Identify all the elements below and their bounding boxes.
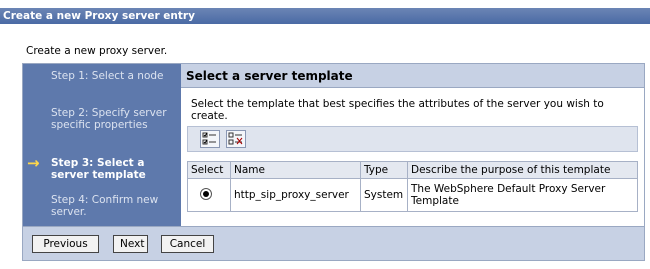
template-description: The WebSphere Default Proxy Server Templ… — [407, 178, 638, 212]
current-step-arrow-icon: → — [27, 154, 40, 172]
step-4-label[interactable]: Step 4: Confirm new server. — [51, 194, 175, 218]
content-description: Select the template that best specifies … — [191, 98, 604, 122]
window-title: Create a new Proxy server entry — [0, 8, 650, 24]
table-row: http_sip_proxy_server System The WebSphe… — [187, 178, 638, 212]
wizard-steps: Step 1: Select a node Step 2: Specify se… — [23, 64, 181, 226]
template-table: Select Name Type Describe the purpose of… — [187, 161, 638, 212]
cancel-button[interactable]: Cancel — [161, 235, 214, 253]
template-name: http_sip_proxy_server — [230, 178, 361, 212]
col-description: Describe the purpose of this template — [407, 161, 638, 179]
radio-selected-dot — [203, 190, 209, 197]
next-button[interactable]: Next — [113, 235, 148, 253]
template-radio[interactable] — [200, 187, 212, 200]
select-cell — [187, 178, 231, 212]
intro-text: Create a new proxy server. — [26, 45, 168, 57]
step-3-label: Step 3: Select a server template — [51, 157, 146, 181]
wizard-panel: Step 1: Select a node Step 2: Specify se… — [22, 63, 645, 261]
deselect-all-icon[interactable] — [226, 130, 246, 148]
template-type: System — [360, 178, 408, 212]
content-title: Select a server template — [181, 64, 644, 88]
col-name: Name — [230, 161, 361, 179]
table-toolbar — [187, 126, 638, 152]
select-all-icon[interactable] — [200, 130, 220, 148]
table-header-row: Select Name Type Describe the purpose of… — [187, 161, 638, 179]
wizard-content: Select a server template Select the temp… — [181, 64, 644, 226]
step-2-label[interactable]: Step 2: Specify server specific properti… — [51, 107, 175, 131]
previous-button[interactable]: Previous — [32, 235, 99, 253]
col-select: Select — [187, 161, 231, 179]
step-1-label[interactable]: Step 1: Select a node — [51, 70, 175, 82]
wizard-button-bar: Previous Next Cancel — [23, 226, 644, 260]
col-type: Type — [360, 161, 408, 179]
